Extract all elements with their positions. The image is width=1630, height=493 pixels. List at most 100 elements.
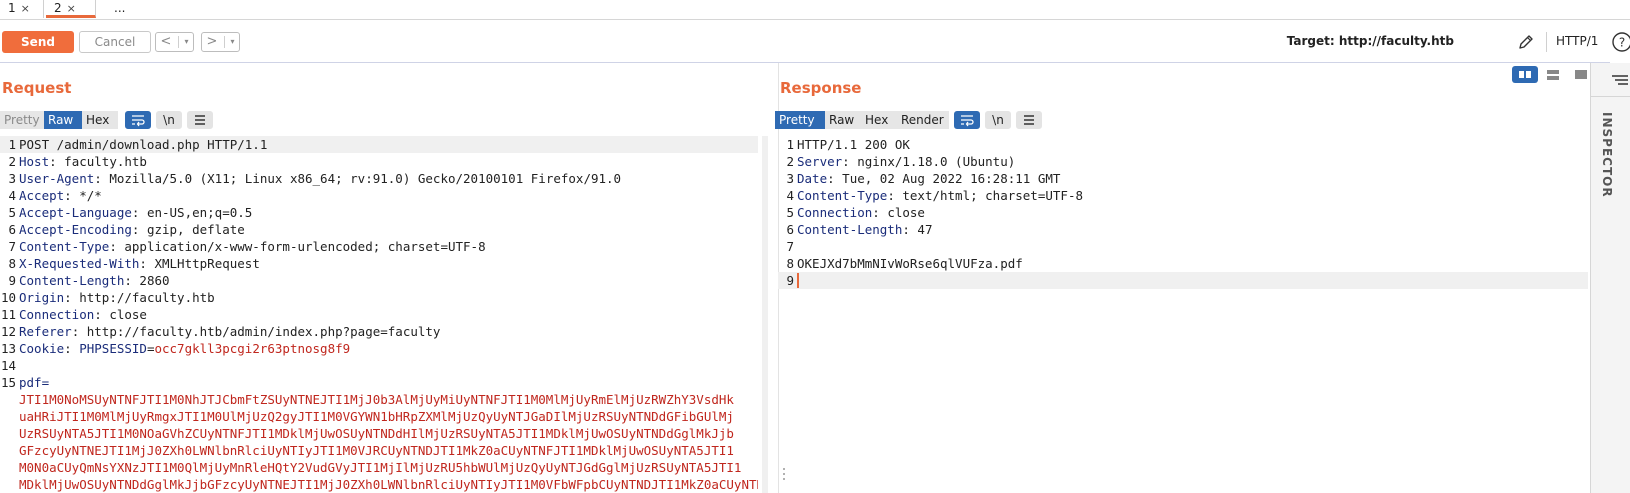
target-label: Target: http://faculty.htb bbox=[1286, 34, 1454, 48]
pencil-icon[interactable] bbox=[1516, 32, 1536, 52]
layout-side-by-side-button[interactable] bbox=[1512, 66, 1538, 83]
response-editor[interactable]: 1 HTTP/1.1 200 OK 2 Server: nginx/1.18.0 (U… bbox=[778, 136, 1588, 493]
line-number: 8 bbox=[786, 256, 794, 271]
tab-strip: 1 × 2 × ... bbox=[0, 0, 1630, 20]
layout-stacked-button[interactable] bbox=[1540, 66, 1566, 83]
header-name: User-Agent bbox=[19, 171, 95, 186]
header-separator: : bbox=[124, 273, 140, 288]
hamburger-icon bbox=[1024, 115, 1034, 125]
close-icon[interactable]: × bbox=[21, 2, 30, 15]
code-line[interactable]: 9 bbox=[778, 272, 1588, 289]
help-icon[interactable]: ? bbox=[1610, 31, 1630, 53]
code-line[interactable]: UzRSUyNTA5JTI1M0NOaGVhZCUyNTNFJTI1MDklMj… bbox=[0, 425, 758, 442]
newline-toggle-button[interactable]: \n bbox=[156, 111, 182, 129]
menu-button[interactable] bbox=[187, 111, 213, 129]
request-scrollbar[interactable] bbox=[762, 136, 768, 493]
forward-button[interactable]: > ▾ bbox=[201, 32, 240, 52]
inspector-divider bbox=[1590, 96, 1630, 97]
header-name: Accept-Encoding bbox=[19, 222, 132, 237]
code-line[interactable]: 5 Connection: close bbox=[778, 204, 1588, 221]
line-text: Accept-Encoding: gzip, deflate bbox=[19, 221, 758, 238]
line-text: UzRSUyNTA5JTI1M0NOaGVhZCUyNTNFJTI1MDklMj… bbox=[19, 425, 758, 442]
newline-toggle-button[interactable]: \n bbox=[985, 111, 1011, 129]
chevron-down-icon[interactable]: ▾ bbox=[224, 36, 240, 48]
code-line[interactable]: 3 Date: Tue, 02 Aug 2022 16:28:11 GMT bbox=[778, 170, 1588, 187]
code-line[interactable]: uaHRiJTI1M0MlMjUyRmgxJTI1M0UlMjUzQ2gyJTI… bbox=[0, 408, 758, 425]
tab-2[interactable]: 2 × bbox=[46, 0, 96, 18]
code-line[interactable]: 1 HTTP/1.1 200 OK bbox=[778, 136, 1588, 153]
body-param-value: M0N0aCUyQmNsYXNzJTI1M0QlMjUyMnRleHQtY2Vu… bbox=[19, 460, 742, 475]
line-number: 5 bbox=[786, 205, 794, 220]
header-value: HTTP/1.1 200 OK bbox=[797, 137, 910, 152]
cancel-button[interactable]: Cancel bbox=[79, 31, 151, 53]
header-value: XMLHttpRequest bbox=[154, 256, 260, 271]
send-button[interactable]: Send bbox=[2, 31, 74, 53]
menu-button[interactable] bbox=[1016, 111, 1042, 129]
line-number: 9 bbox=[8, 273, 16, 288]
code-line[interactable]: 2 Host: faculty.htb bbox=[0, 153, 758, 170]
code-line[interactable]: GFzcyUyNTNEJTI1MjJ0ZXh0LWNlbnRlciUyNTIyJ… bbox=[0, 442, 758, 459]
header-name: Host bbox=[19, 154, 50, 169]
inspector-tab[interactable]: INSPECTOR bbox=[1600, 112, 1614, 198]
header-separator: : bbox=[887, 188, 903, 203]
tab-hex[interactable]: Hex bbox=[82, 111, 118, 129]
code-line[interactable]: JTI1M0NoMSUyNTNFJTI1M0NhJTJCbmFtZSUyNTNE… bbox=[0, 391, 758, 408]
code-line[interactable]: 3 User-Agent: Mozilla/5.0 (X11; Linux x86… bbox=[0, 170, 758, 187]
code-line[interactable]: 4 Accept: */* bbox=[0, 187, 758, 204]
tab-hex[interactable]: Hex bbox=[861, 111, 897, 129]
code-line[interactable]: 6 Content-Length: 47 bbox=[778, 221, 1588, 238]
tab-raw[interactable]: Raw bbox=[44, 111, 82, 129]
line-text: Host: faculty.htb bbox=[19, 153, 758, 170]
line-text: Cookie: PHPSESSID=occ7gkll3pcgi2r63ptnos… bbox=[19, 340, 758, 357]
code-line[interactable]: 1 POST /admin/download.php HTTP/1.1 bbox=[0, 136, 758, 153]
header-separator: : bbox=[64, 290, 80, 305]
code-line[interactable]: MDklMjUwOSUyNTNDdGglMkJjbGFzcyUyNTNEJTI1… bbox=[0, 476, 758, 493]
code-line[interactable]: 2 Server: nginx/1.18.0 (Ubuntu) bbox=[778, 153, 1588, 170]
code-line[interactable]: 12 Referer: http://faculty.htb/admin/inde… bbox=[0, 323, 758, 340]
code-line[interactable]: 10 Origin: http://faculty.htb bbox=[0, 289, 758, 306]
code-line[interactable]: 14 bbox=[0, 357, 758, 374]
header-value: 2860 bbox=[139, 273, 170, 288]
http-version-toggle[interactable]: HTTP/1 bbox=[1556, 34, 1598, 48]
tab-more[interactable]: ... bbox=[106, 0, 136, 18]
code-line[interactable]: 7 Content-Type: application/x-www-form-ur… bbox=[0, 238, 758, 255]
hamburger-icon bbox=[195, 115, 205, 125]
code-line[interactable]: 7 bbox=[778, 238, 1588, 255]
code-line[interactable]: 15 pdf= bbox=[0, 374, 758, 391]
code-line[interactable]: 8 X-Requested-With: XMLHttpRequest bbox=[0, 255, 758, 272]
line-text: Connection: close bbox=[19, 306, 758, 323]
tab-pretty[interactable]: Pretty bbox=[0, 111, 44, 129]
code-line[interactable]: 8 OKEJXd7bMmNIvWoRse6qlVUFza.pdf bbox=[778, 255, 1588, 272]
request-editor[interactable]: 1 POST /admin/download.php HTTP/1.1 2 Host:… bbox=[0, 136, 758, 493]
tab-render[interactable]: Render bbox=[897, 111, 949, 129]
code-line[interactable]: 11 Connection: close bbox=[0, 306, 758, 323]
code-line[interactable]: 9 Content-Length: 2860 bbox=[0, 272, 758, 289]
inspector-menu-icon[interactable] bbox=[1608, 70, 1630, 90]
word-wrap-button[interactable] bbox=[954, 111, 980, 129]
back-button[interactable]: < ▾ bbox=[155, 32, 194, 52]
header-separator: : bbox=[902, 222, 918, 237]
tab-raw[interactable]: Raw bbox=[825, 111, 861, 129]
tab-label: 1 bbox=[8, 1, 16, 15]
code-line[interactable]: M0N0aCUyQmNsYXNzJTI1M0QlMjUyMnRleHQtY2Vu… bbox=[0, 459, 758, 476]
line-text: HTTP/1.1 200 OK bbox=[797, 136, 1588, 153]
line-number: 5 bbox=[8, 205, 16, 220]
header-name: X-Requested-With bbox=[19, 256, 140, 271]
line-text: Content-Length: 47 bbox=[797, 221, 1588, 238]
code-line[interactable]: 4 Content-Type: text/html; charset=UTF-8 bbox=[778, 187, 1588, 204]
tab-1[interactable]: 1 × bbox=[0, 0, 44, 18]
header-value: */* bbox=[79, 188, 102, 203]
line-number: 2 bbox=[786, 154, 794, 169]
code-line[interactable]: 5 Accept-Language: en-US,en;q=0.5 bbox=[0, 204, 758, 221]
chevron-down-icon[interactable]: ▾ bbox=[178, 36, 194, 48]
code-line[interactable]: 13 Cookie: PHPSESSID=occ7gkll3pcgi2r63ptn… bbox=[0, 340, 758, 357]
word-wrap-button[interactable] bbox=[125, 111, 151, 129]
line-number: 10 bbox=[0, 290, 16, 305]
line-number: 1 bbox=[786, 137, 794, 152]
tab-pretty[interactable]: Pretty bbox=[775, 111, 825, 129]
code-line[interactable]: 6 Accept-Encoding: gzip, deflate bbox=[0, 221, 758, 238]
line-text: uaHRiJTI1M0MlMjUyRmgxJTI1M0UlMjUzQ2gyJTI… bbox=[19, 408, 758, 425]
header-name: Server bbox=[797, 154, 843, 169]
line-number: 4 bbox=[8, 188, 16, 203]
close-icon[interactable]: × bbox=[67, 2, 76, 15]
